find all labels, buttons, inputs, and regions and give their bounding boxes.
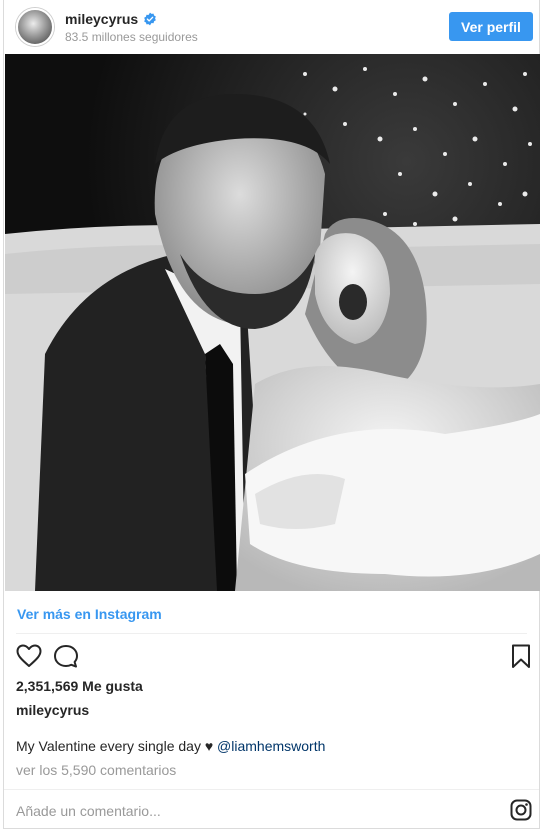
heart-emoji: ♥ (204, 738, 214, 754)
follower-count: 83.5 millones seguidores (65, 30, 198, 44)
username[interactable]: mileycyrus (65, 11, 138, 27)
action-bar (4, 642, 539, 672)
divider (16, 633, 527, 634)
verified-badge-icon (144, 12, 157, 26)
username-row: mileycyrus (65, 11, 157, 27)
mention-link[interactable]: @liamhemsworth (217, 738, 325, 754)
photo-illustration (5, 54, 540, 591)
instagram-logo-icon[interactable] (510, 799, 532, 821)
like-count[interactable]: 2,351,569 Me gusta (16, 678, 143, 694)
comment-bubble-icon[interactable] (53, 644, 79, 669)
add-comment-input[interactable]: Añade un comentario... (16, 803, 161, 819)
instagram-embed: mileycyrus 83.5 millones seguidores Ver … (3, 0, 540, 829)
divider (4, 789, 539, 790)
heart-icon[interactable] (16, 644, 42, 668)
post-header: mileycyrus 83.5 millones seguidores Ver … (4, 0, 539, 54)
caption-text: My Valentine every single day (16, 738, 201, 754)
caption-username[interactable]: mileycyrus (16, 702, 89, 718)
view-more-instagram-link[interactable]: Ver más en Instagram (17, 606, 162, 622)
caption: My Valentine every single day ♥ @liamhem… (16, 738, 325, 754)
bookmark-icon[interactable] (511, 644, 531, 669)
view-comments-link[interactable]: ver los 5,590 comentarios (16, 762, 176, 778)
post-photo[interactable] (5, 54, 540, 591)
view-profile-button[interactable]: Ver perfil (449, 12, 533, 41)
avatar[interactable] (16, 8, 54, 46)
